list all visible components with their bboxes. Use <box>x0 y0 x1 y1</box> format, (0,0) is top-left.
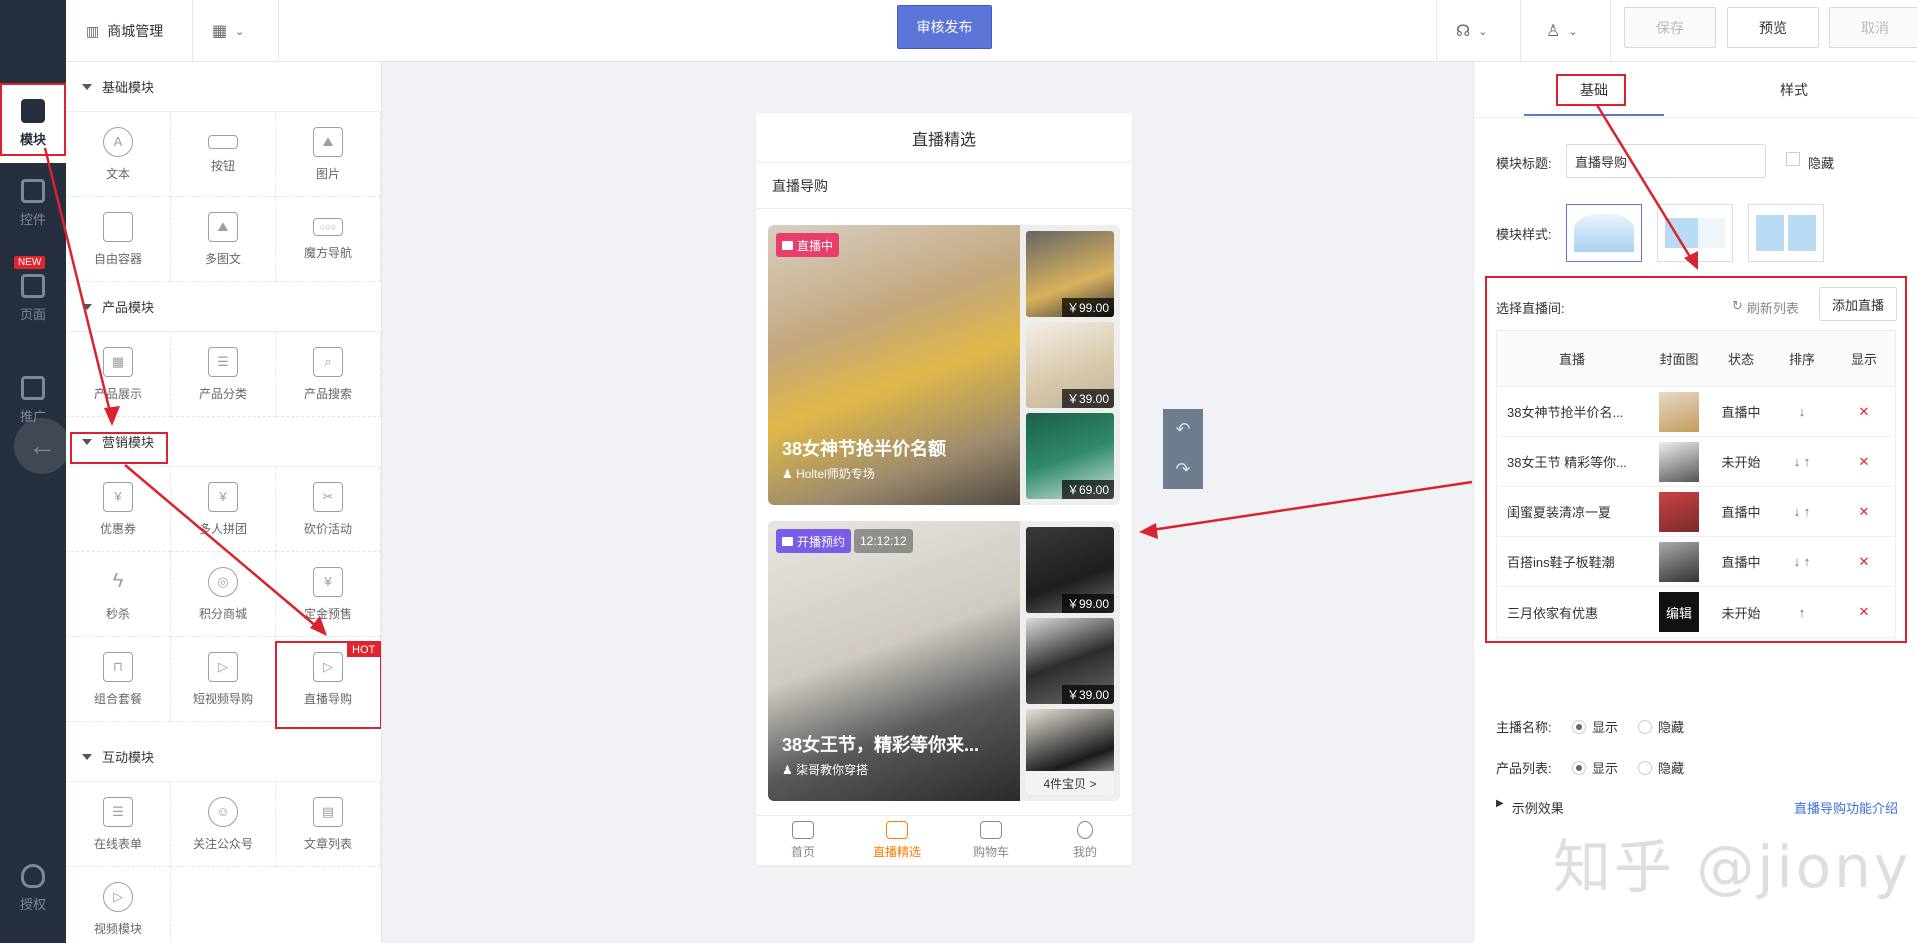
arrow-to-preview <box>1144 480 1473 533</box>
annotation-arrows <box>43 104 1698 636</box>
arrowhead <box>310 616 327 636</box>
arrow-to-live <box>124 464 324 633</box>
watermark: 知乎 @jiony <box>1553 833 1912 901</box>
arrow-to-table <box>1595 104 1697 266</box>
arrowhead <box>1139 523 1158 539</box>
arrowhead <box>1684 251 1698 270</box>
arrow-to-marketing <box>43 147 114 421</box>
arrowhead <box>104 406 120 426</box>
